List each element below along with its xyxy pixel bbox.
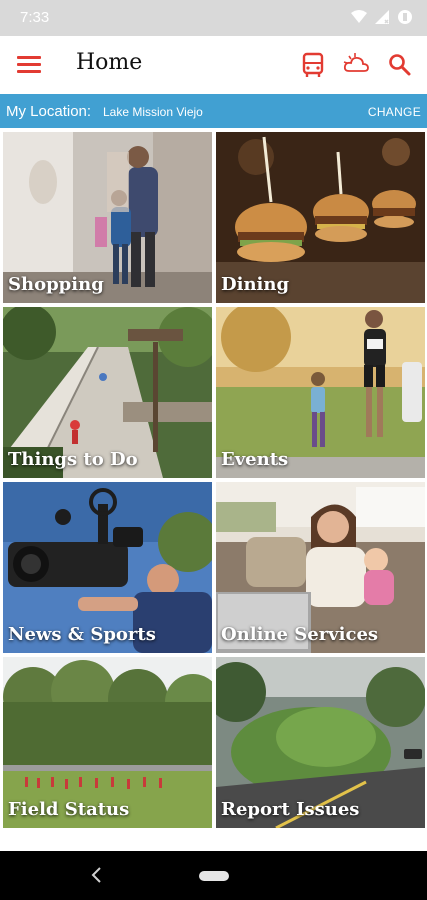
weather-icon[interactable] [342, 50, 372, 80]
tile-label: News & Sports [8, 624, 156, 645]
tile-dining[interactable]: Dining [216, 132, 425, 303]
tile-things-to-do[interactable]: Things to Do [3, 307, 212, 478]
home-pill-icon[interactable] [199, 871, 229, 881]
wifi-icon [351, 10, 367, 23]
status-time: 7:33 [20, 9, 50, 26]
status-icons [351, 9, 413, 25]
bus-icon[interactable] [298, 50, 328, 80]
tile-label: Dining [221, 274, 290, 295]
tile-field-status[interactable]: Field Status [3, 657, 212, 828]
tile-label: Things to Do [8, 449, 138, 470]
app-bar: Home [0, 36, 427, 94]
tile-events[interactable]: Events [216, 307, 425, 478]
page-title: Home [76, 50, 143, 75]
location-value: Lake Mission Viejo [103, 105, 203, 119]
tile-label: Events [221, 449, 289, 470]
tile-shopping[interactable]: Shopping [3, 132, 212, 303]
location-bar: My Location: Lake Mission Viejo CHANGE [0, 94, 427, 128]
signal-icon [375, 10, 389, 24]
battery-icon [398, 10, 412, 24]
search-icon[interactable] [385, 50, 415, 80]
tile-online-services[interactable]: Online Services [216, 482, 425, 653]
system-nav-bar [0, 851, 427, 900]
back-icon[interactable] [88, 865, 104, 885]
change-location-button[interactable]: CHANGE [368, 105, 421, 119]
tile-label: Online Services [221, 624, 379, 645]
hamburger-menu-icon[interactable] [14, 50, 44, 80]
location-label: My Location: [6, 103, 92, 120]
tile-label: Field Status [8, 799, 130, 820]
tile-news-sports[interactable]: News & Sports [3, 482, 212, 653]
tile-label: Report Issues [221, 799, 360, 820]
tile-label: Shopping [8, 274, 104, 295]
status-bar: 7:33 [0, 0, 427, 36]
category-grid: Shopping Dining Things to Do Events News… [3, 132, 425, 830]
tile-report-issues[interactable]: Report Issues [216, 657, 425, 828]
